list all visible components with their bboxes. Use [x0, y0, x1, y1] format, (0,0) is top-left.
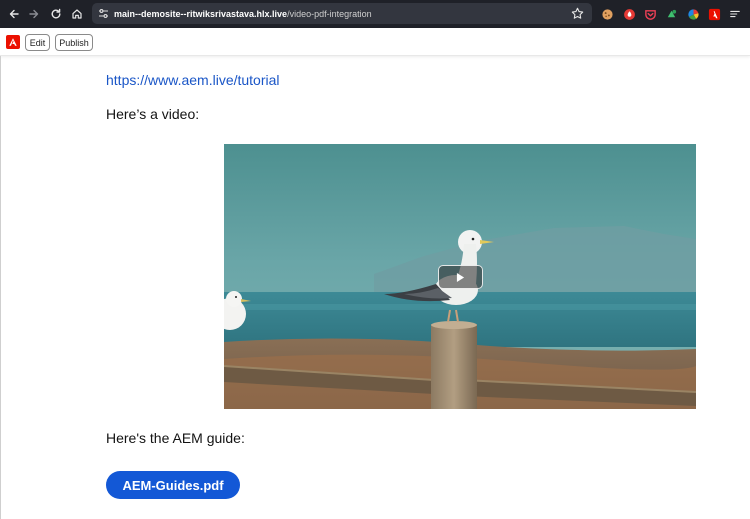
cookie-extension-icon[interactable]	[600, 7, 614, 21]
guide-intro-text: Here's the AEM guide:	[106, 430, 245, 446]
forward-button[interactable]	[23, 3, 45, 25]
url-host: main--demosite--ritwiksrivastava.hlx.liv…	[114, 8, 288, 19]
window-edge	[0, 56, 1, 519]
forward-icon	[29, 9, 39, 19]
home-button[interactable]	[66, 3, 88, 25]
publish-button[interactable]: Publish	[55, 34, 93, 51]
home-icon	[72, 9, 82, 19]
edit-button[interactable]: Edit	[25, 34, 50, 51]
back-button[interactable]	[3, 3, 25, 25]
play-icon	[456, 272, 465, 282]
site-info-icon[interactable]	[98, 8, 109, 19]
browser-toolbar: main--demosite--ritwiksrivastava.hlx.liv…	[0, 0, 750, 28]
sidekick-toolbar: Edit Publish	[0, 28, 750, 56]
adobe-logo-icon[interactable]	[6, 35, 20, 49]
tutorial-link[interactable]: https://www.aem.live/tutorial	[106, 72, 280, 88]
url-text: main--demosite--ritwiksrivastava.hlx.liv…	[114, 9, 372, 19]
menu-icon[interactable]	[728, 7, 742, 21]
reload-button[interactable]	[45, 3, 67, 25]
back-icon	[9, 9, 19, 19]
reload-icon	[51, 8, 61, 19]
green-extension-icon[interactable]	[664, 7, 678, 21]
play-button[interactable]	[438, 265, 483, 289]
adobe-extension-icon[interactable]	[707, 7, 721, 21]
pocket-extension-icon[interactable]	[643, 7, 657, 21]
video-player[interactable]	[224, 144, 696, 409]
bookmark-star-icon[interactable]	[571, 7, 584, 20]
pdf-download-button[interactable]: AEM-Guides.pdf	[106, 471, 240, 499]
video-intro-text: Here’s a video:	[106, 106, 200, 122]
address-bar[interactable]: main--demosite--ritwiksrivastava.hlx.liv…	[92, 3, 592, 24]
red-extension-icon[interactable]	[622, 7, 636, 21]
color-extension-icon[interactable]	[686, 7, 700, 21]
url-path: /video-pdf-integration	[287, 8, 372, 19]
